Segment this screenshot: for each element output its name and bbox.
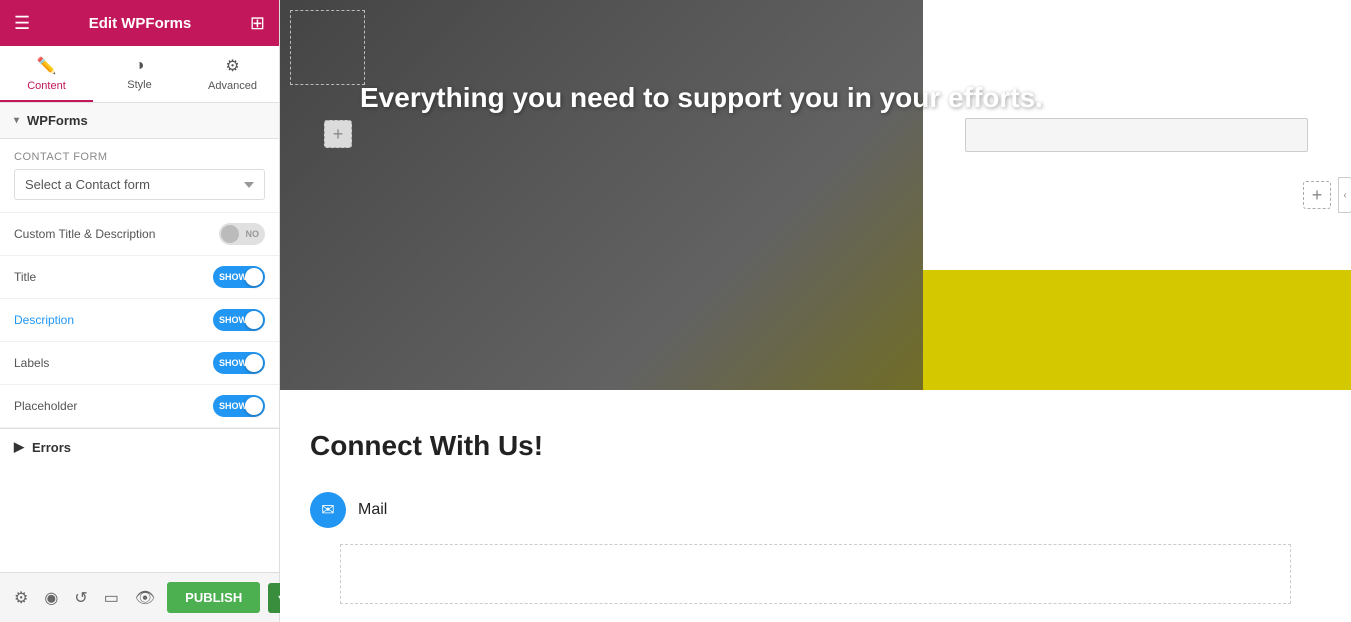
- errors-section-header[interactable]: ▶ Errors: [0, 428, 279, 465]
- tab-content[interactable]: ✏️ Content: [0, 46, 93, 102]
- title-toggle[interactable]: SHOW: [213, 266, 265, 288]
- hero-section: + Everything you need to support you in …: [280, 0, 1351, 390]
- labels-toggle-thumb: [245, 354, 263, 372]
- tab-style-label: Style: [127, 79, 151, 91]
- contact-form-select[interactable]: Select a Contact form: [14, 169, 265, 200]
- layers-icon[interactable]: ◉: [40, 584, 62, 612]
- title-row: Title SHOW: [0, 256, 279, 299]
- labels-row: Labels SHOW: [0, 342, 279, 385]
- title-label: Title: [14, 270, 36, 284]
- placeholder-label: Placeholder: [14, 399, 77, 413]
- labels-label: Labels: [14, 356, 49, 370]
- hero-form-input-placeholder: [965, 118, 1308, 152]
- contact-form-group: Contact Form Select a Contact form: [0, 139, 279, 213]
- title-toggle-thumb: [245, 268, 263, 286]
- hero-photo-overlay: [280, 0, 923, 390]
- hero-image-area: +: [280, 0, 923, 390]
- tab-advanced-label: Advanced: [208, 80, 257, 92]
- custom-title-toggle[interactable]: NO: [219, 223, 265, 245]
- form-dashed-placeholder[interactable]: [340, 544, 1291, 604]
- panel-content: ▾ WPForms Contact Form Select a Contact …: [0, 103, 279, 572]
- contact-form-label: Contact Form: [14, 151, 265, 163]
- labels-toggle-text: SHOW: [219, 358, 247, 368]
- custom-title-row: Custom Title & Description NO: [0, 213, 279, 256]
- tab-advanced[interactable]: ⚙ Advanced: [186, 46, 279, 102]
- errors-arrow-icon: ▶: [14, 439, 24, 455]
- top-bar: ☰ Edit WPForms ⊞: [0, 0, 279, 46]
- content-tab-icon: ✏️: [37, 56, 57, 76]
- tab-style[interactable]: ◑ Style: [93, 46, 186, 102]
- preview-icon[interactable]: 👁: [131, 584, 159, 612]
- settings-icon[interactable]: ⚙: [10, 584, 32, 612]
- placeholder-row: Placeholder SHOW: [0, 385, 279, 428]
- errors-section-label: Errors: [32, 440, 71, 455]
- placeholder-toggle-thumb: [245, 397, 263, 415]
- custom-title-toggle-text: NO: [246, 229, 260, 239]
- undo-icon[interactable]: ↺: [70, 584, 91, 612]
- custom-title-label: Custom Title & Description: [14, 227, 155, 241]
- hero-text: Everything you need to support you in yo…: [360, 80, 1043, 116]
- mail-icon: ✉: [310, 492, 346, 528]
- placeholder-toggle-text: SHOW: [219, 401, 247, 411]
- add-element-button-hero[interactable]: +: [324, 120, 352, 148]
- placeholder-toggle[interactable]: SHOW: [213, 395, 265, 417]
- wpforms-section-header[interactable]: ▾ WPForms: [0, 103, 279, 139]
- description-toggle-thumb: [245, 311, 263, 329]
- description-label: Description: [14, 313, 74, 327]
- labels-toggle[interactable]: SHOW: [213, 352, 265, 374]
- custom-title-toggle-thumb: [221, 225, 239, 243]
- publish-button[interactable]: PUBLISH: [167, 582, 260, 613]
- mail-row: ✉ Mail: [310, 492, 1321, 528]
- grid-icon[interactable]: ⊞: [250, 13, 265, 34]
- title-toggle-text: SHOW: [219, 272, 247, 282]
- wpforms-section-label: WPForms: [27, 113, 88, 128]
- responsive-icon[interactable]: ▭: [100, 584, 123, 612]
- left-panel: ☰ Edit WPForms ⊞ ✏️ Content ◑ Style ⚙ Ad…: [0, 0, 280, 622]
- below-hero-section: Connect With Us! ✉ Mail: [280, 390, 1351, 622]
- hamburger-icon[interactable]: ☰: [14, 13, 30, 34]
- advanced-tab-icon: ⚙: [225, 56, 239, 76]
- canvas: + Everything you need to support you in …: [280, 0, 1351, 622]
- wpforms-arrow-icon: ▾: [14, 115, 19, 126]
- add-element-button-right[interactable]: +: [1303, 181, 1331, 209]
- collapse-handle[interactable]: ‹: [1338, 177, 1351, 213]
- connect-title: Connect With Us!: [310, 430, 1321, 462]
- style-tab-icon: ◑: [135, 57, 145, 75]
- hero-form-area: [923, 0, 1351, 270]
- bottom-bar: ⚙ ◉ ↺ ▭ 👁 PUBLISH ▾: [0, 572, 279, 622]
- tab-content-label: Content: [27, 80, 66, 92]
- description-toggle-text: SHOW: [219, 315, 247, 325]
- description-row: Description SHOW: [0, 299, 279, 342]
- top-bar-title: Edit WPForms: [89, 15, 192, 32]
- description-toggle[interactable]: SHOW: [213, 309, 265, 331]
- mail-label: Mail: [358, 501, 387, 519]
- tabs-bar: ✏️ Content ◑ Style ⚙ Advanced: [0, 46, 279, 103]
